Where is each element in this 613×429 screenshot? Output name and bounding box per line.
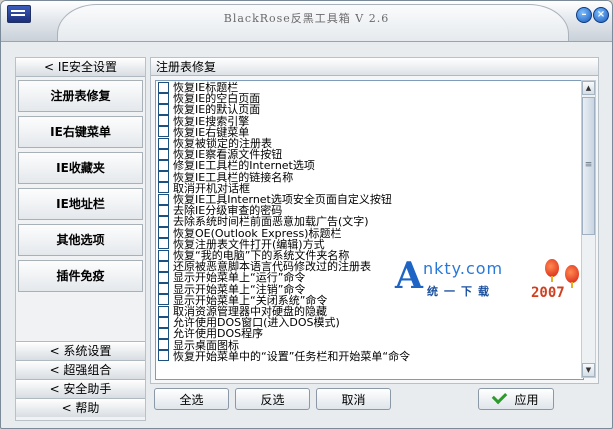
invert-selection-button[interactable]: 反选 bbox=[235, 388, 310, 410]
sidebar: < IE安全设置 注册表修复 IE右键菜单 IE收藏夹 IE地址栏 其他选项 插… bbox=[15, 57, 146, 421]
panel-title: 注册表修复 bbox=[151, 58, 598, 76]
option-checkbox[interactable] bbox=[158, 115, 169, 127]
sidebar-header-ie-security[interactable]: < IE安全设置 bbox=[16, 58, 145, 77]
select-all-button[interactable]: 全选 bbox=[154, 388, 229, 410]
minimize-icon[interactable]: – bbox=[576, 7, 592, 23]
scroll-down-icon[interactable]: ▼ bbox=[582, 363, 595, 377]
option-list[interactable]: 恢复IE标题栏 恢复IE的空白页面 恢复IE的默认页面 恢复IE搜索引擎 恢复IE右键菜… bbox=[155, 80, 584, 380]
sidebar-section-security-assistant[interactable]: < 安全助手 bbox=[16, 379, 145, 398]
option-checkbox[interactable] bbox=[158, 137, 169, 149]
cancel-button[interactable]: 取消 bbox=[316, 388, 391, 410]
apply-label: 应用 bbox=[514, 393, 539, 407]
option-checkbox[interactable] bbox=[158, 327, 169, 339]
sidebar-item-other-options[interactable]: 其他选项 bbox=[18, 224, 143, 256]
option-checkbox[interactable] bbox=[158, 171, 169, 183]
option-row[interactable]: 恢复开始菜单中的“设置”任务栏和开始菜单“命令 bbox=[158, 349, 411, 363]
option-checkbox[interactable] bbox=[158, 350, 169, 362]
grip-icon: ≡ bbox=[584, 160, 593, 170]
window-title: BlackRose反黑工具箱 V 2.6 bbox=[223, 12, 390, 25]
option-checkbox[interactable] bbox=[158, 238, 169, 250]
option-checkbox[interactable] bbox=[158, 148, 169, 160]
option-checkbox[interactable] bbox=[158, 339, 169, 351]
sidebar-section-help[interactable]: < 帮助 bbox=[16, 398, 145, 417]
sidebar-item-ie-context-menu[interactable]: IE右键菜单 bbox=[18, 116, 143, 148]
content-panel: 注册表修复 恢复IE标题栏 恢复IE的空白页面 恢复IE的默认页面 恢复IE搜索引擎恢… bbox=[150, 57, 599, 384]
option-checkbox[interactable] bbox=[158, 294, 169, 306]
close-icon[interactable]: × bbox=[593, 7, 609, 23]
option-checkbox[interactable] bbox=[158, 215, 169, 227]
option-checkbox[interactable] bbox=[158, 81, 169, 93]
option-checkbox[interactable] bbox=[158, 249, 169, 261]
option-label: 恢复开始菜单中的“设置”任务栏和开始菜单“命令 bbox=[173, 349, 411, 363]
sidebar-section-system-settings[interactable]: < 系统设置 bbox=[16, 341, 145, 360]
title-bar: BlackRose反黑工具箱 V 2.6 – × bbox=[1, 1, 612, 42]
option-checkbox[interactable] bbox=[158, 182, 169, 194]
check-icon bbox=[492, 388, 508, 405]
option-checkbox[interactable] bbox=[158, 260, 169, 272]
option-checkbox[interactable] bbox=[158, 204, 169, 216]
apply-button[interactable]: 应用 bbox=[478, 388, 554, 410]
sidebar-item-plugin-immunity[interactable]: 插件免疫 bbox=[18, 260, 143, 292]
option-checkbox[interactable] bbox=[158, 92, 169, 104]
option-checkbox[interactable] bbox=[158, 193, 169, 205]
vertical-scrollbar[interactable]: ▲ ≡ ▼ bbox=[581, 80, 596, 378]
option-checkbox[interactable] bbox=[158, 103, 169, 115]
option-checkbox[interactable] bbox=[158, 283, 169, 295]
scroll-thumb[interactable]: ≡ bbox=[582, 97, 595, 235]
option-checkbox[interactable] bbox=[158, 126, 169, 138]
option-checkbox[interactable] bbox=[158, 159, 169, 171]
sidebar-section-super-combo[interactable]: < 超强组合 bbox=[16, 360, 145, 379]
option-checkbox[interactable] bbox=[158, 305, 169, 317]
option-checkbox[interactable] bbox=[158, 227, 169, 239]
sidebar-item-ie-favorites[interactable]: IE收藏夹 bbox=[18, 152, 143, 184]
main-window: BlackRose反黑工具箱 V 2.6 – × < IE安全设置 注册表修复 … bbox=[0, 0, 613, 429]
option-checkbox[interactable] bbox=[158, 316, 169, 328]
option-checkbox[interactable] bbox=[158, 271, 169, 283]
sidebar-item-registry-repair[interactable]: 注册表修复 bbox=[18, 80, 143, 112]
sidebar-item-ie-address-bar[interactable]: IE地址栏 bbox=[18, 188, 143, 220]
scroll-up-icon[interactable]: ▲ bbox=[582, 81, 595, 95]
